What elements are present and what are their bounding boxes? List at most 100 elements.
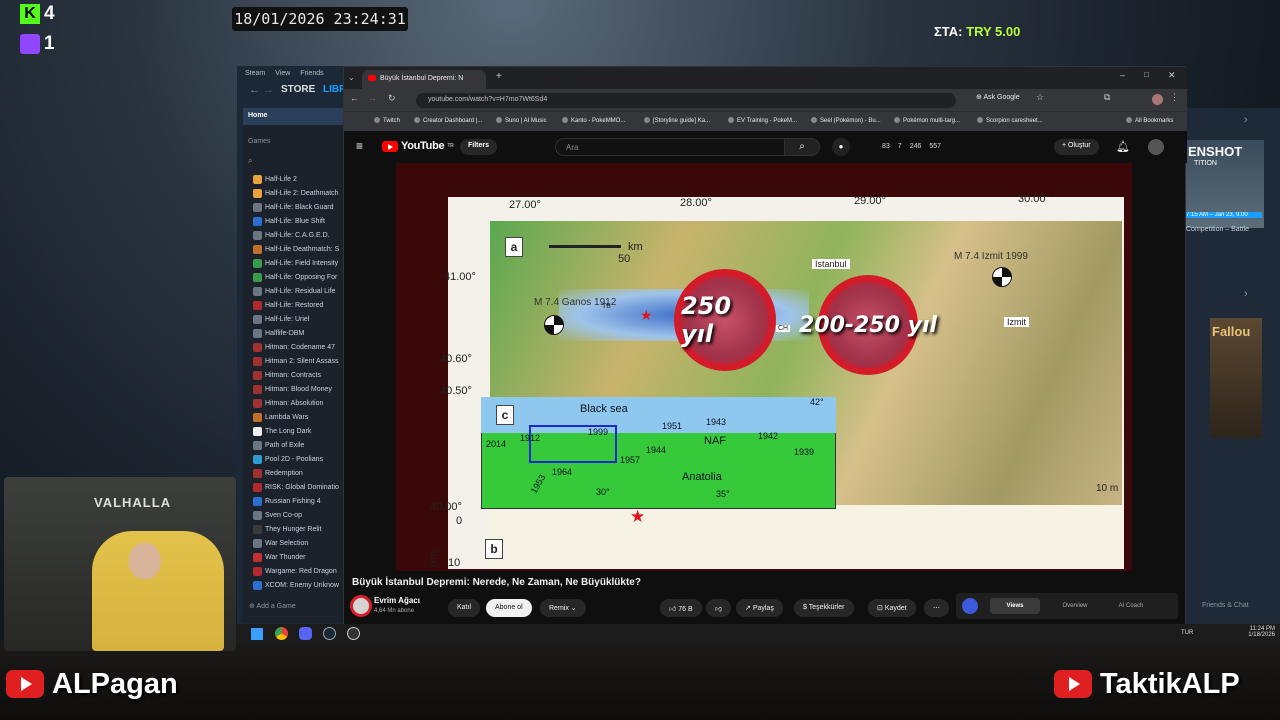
bookmark-pokemon-multi[interactable]: Pokémon multi-targ...	[894, 117, 960, 124]
youtube-logo[interactable]: YouTube TR	[382, 140, 454, 152]
obs-taskbar-icon[interactable]	[347, 627, 360, 640]
steam-game-item[interactable]: Redemption	[253, 466, 303, 480]
save-button[interactable]: ⊡ Kaydet	[868, 599, 916, 617]
channel-name[interactable]: Evrim Ağacı	[374, 596, 420, 605]
thanks-button[interactable]: $ Teşekkürler	[794, 599, 854, 617]
address-bar[interactable]: youtube.com/watch?v=H7mo7Wt6Sd4	[416, 93, 956, 108]
steam-game-item[interactable]: Hitman: Contracts	[253, 368, 321, 382]
profile-avatar[interactable]	[1152, 94, 1163, 105]
create-button[interactable]: + Oluştur	[1054, 139, 1099, 155]
steam-game-item[interactable]: Half-Life: Black Guard	[253, 200, 333, 214]
steam-game-item[interactable]: Half-Life: Opposing For	[253, 270, 337, 284]
bookmark-ev-training[interactable]: EV Training - PokeM...	[728, 117, 797, 124]
search-icon[interactable]: ⌕	[784, 138, 820, 156]
close-icon[interactable]: ✕	[1168, 70, 1176, 81]
bookmark-scorpion[interactable]: Scorpion caresheet...	[977, 117, 1043, 124]
tab-youtube-video[interactable]: Büyük İstanbul Depremi: N	[362, 70, 486, 89]
bookmark-star-icon[interactable]: ☆	[1036, 92, 1044, 103]
steam-game-item[interactable]: Half-Life: Blue Shift	[253, 214, 325, 228]
chrome-taskbar-icon[interactable]	[275, 627, 288, 640]
new-tab-icon[interactable]: +	[496, 71, 502, 82]
steam-game-item[interactable]: Pool 2D - Poolians	[253, 452, 323, 466]
steam-game-item[interactable]: War Thunder	[253, 550, 305, 564]
taskbar-clock[interactable]: 11:24 PM 1/18/2026	[1245, 626, 1275, 638]
minimize-icon[interactable]: –	[1120, 70, 1125, 80]
chrome-menu-icon[interactable]: ⋮	[1170, 92, 1179, 103]
dislike-button[interactable]: 👎︎	[706, 599, 732, 617]
steam-game-item[interactable]: They Hunger Relit	[253, 522, 321, 536]
bookmark-creator-dashboard[interactable]: Creator Dashboard |...	[414, 117, 482, 124]
steam-game-item[interactable]: Half-Life: C.A.G.E.D.	[253, 228, 330, 242]
steam-game-item[interactable]: Path of Exile	[253, 438, 304, 452]
filters-button[interactable]: Filters	[460, 139, 498, 155]
account-avatar[interactable]	[1148, 139, 1164, 155]
voice-search-icon[interactable]: ●	[832, 138, 850, 156]
bookmark-seel[interactable]: Seel (Pokémon) - Bu...	[811, 117, 881, 124]
steam-game-item[interactable]: Half-Life 2: Deathmatch	[253, 186, 339, 200]
ask-google-button[interactable]: ⊕ Ask Google	[976, 93, 1020, 107]
subscribe-button[interactable]: Abone ol	[486, 599, 532, 617]
steam-game-item[interactable]: Half-Life: Field Intensity	[253, 256, 338, 270]
steam-game-item[interactable]: Wargame: Red Dragon	[253, 564, 337, 578]
steam-featured-card[interactable]: ENSHOT TITION 7:15 AM – Jan 23, 9:00	[1184, 140, 1264, 228]
steam-game-item[interactable]: Hitman 2: Silent Assass	[253, 354, 339, 368]
maximize-icon[interactable]: □	[1144, 70, 1149, 79]
steam-game-item[interactable]: Halflife-DBM	[253, 326, 304, 340]
youtube-search-input[interactable]: Ara	[555, 138, 785, 156]
steam-game-item[interactable]: Hitman: Blood Money	[253, 382, 332, 396]
back-icon[interactable]: ←	[350, 93, 359, 103]
steam-game-item[interactable]: Half-Life: Uriel	[253, 312, 309, 326]
steam-menu-steam[interactable]: Steam	[245, 70, 265, 77]
steam-forward-icon[interactable]: →	[263, 84, 274, 96]
steam-game-item[interactable]: Half-Life 2	[253, 172, 297, 186]
more-actions-icon[interactable]: ⋯	[924, 599, 949, 617]
steam-menu-friends[interactable]: Friends	[300, 70, 323, 77]
scale-50-label: 50	[618, 253, 631, 265]
steam-game-item[interactable]: Half-Life: Residual Life	[253, 284, 335, 298]
join-button[interactable]: Katıl	[448, 599, 481, 617]
hamburger-menu-icon[interactable]: ≡	[356, 139, 363, 153]
steam-chevron-right-icon-2[interactable]: ›	[1244, 288, 1248, 300]
remix-button[interactable]: Remix ⌄	[540, 599, 586, 617]
channel-avatar[interactable]	[350, 595, 372, 617]
steam-game-item[interactable]: XCOM: Enemy Unknow	[253, 578, 339, 592]
tab-ai-coach[interactable]: AI Coach	[1106, 598, 1156, 614]
steam-game-item[interactable]: Half-Life: Restored	[253, 298, 323, 312]
reload-icon[interactable]: ↻	[388, 93, 396, 104]
bookmark-storyline-guide[interactable]: [Storyline guide] Ka...	[644, 117, 710, 124]
steam-game-item[interactable]: Lambda Wars	[253, 410, 308, 424]
steam-game-item[interactable]: Russian Fishing 4	[253, 494, 321, 508]
extensions-icon[interactable]: ⧉	[1104, 92, 1110, 103]
share-button[interactable]: ↗ Paylaş	[736, 599, 783, 617]
steam-game-item[interactable]: Sven Co-op	[253, 508, 302, 522]
steam-back-icon[interactable]: ←	[249, 84, 260, 96]
like-button[interactable]: 👍︎ 76 B	[660, 599, 702, 617]
steam-chevron-right-icon[interactable]: ›	[1244, 114, 1248, 126]
tab-overview[interactable]: Overview	[1050, 598, 1100, 614]
steam-menu-view[interactable]: View	[275, 70, 290, 77]
steam-search-icon[interactable]: ⌕	[248, 156, 252, 166]
bookmark-kanto[interactable]: Kanto - PokeMMO...	[562, 117, 625, 124]
steam-game-card-fallout[interactable]: Fallou	[1210, 318, 1262, 438]
tab-views[interactable]: Views	[990, 598, 1040, 614]
steam-friends-chat[interactable]: Friends & Chat	[1202, 602, 1249, 609]
steam-taskbar-icon[interactable]	[323, 627, 336, 640]
notifications-icon[interactable]: 🔔︎	[1116, 140, 1130, 153]
bookmark-suno[interactable]: Suno | AI Music	[496, 117, 547, 124]
steam-nav-store[interactable]: STORE	[281, 84, 315, 95]
language-indicator[interactable]: TUR	[1181, 630, 1193, 636]
steam-game-item[interactable]: Hitman: Absolution	[253, 396, 323, 410]
steam-game-item[interactable]: The Long Dark	[253, 424, 311, 438]
steam-game-item[interactable]: Hitman: Codename 47	[253, 340, 335, 354]
steam-home-button[interactable]: Home	[243, 108, 343, 125]
bookmark-twitch[interactable]: Twitch	[374, 117, 400, 124]
all-bookmarks[interactable]: All Bookmarks	[1126, 117, 1173, 124]
steam-add-game[interactable]: ⊕ Add a Game	[249, 602, 296, 610]
discord-taskbar-icon[interactable]	[299, 627, 312, 640]
forward-icon[interactable]: →	[368, 93, 377, 103]
start-icon[interactable]	[251, 628, 263, 640]
steam-game-item[interactable]: War Selection	[253, 536, 308, 550]
steam-game-item[interactable]: Half-Life Deathmatch: S	[253, 242, 339, 256]
steam-game-item[interactable]: RISK: Global Dominatio	[253, 480, 339, 494]
tab-search-icon[interactable]: ⌄	[348, 73, 355, 82]
